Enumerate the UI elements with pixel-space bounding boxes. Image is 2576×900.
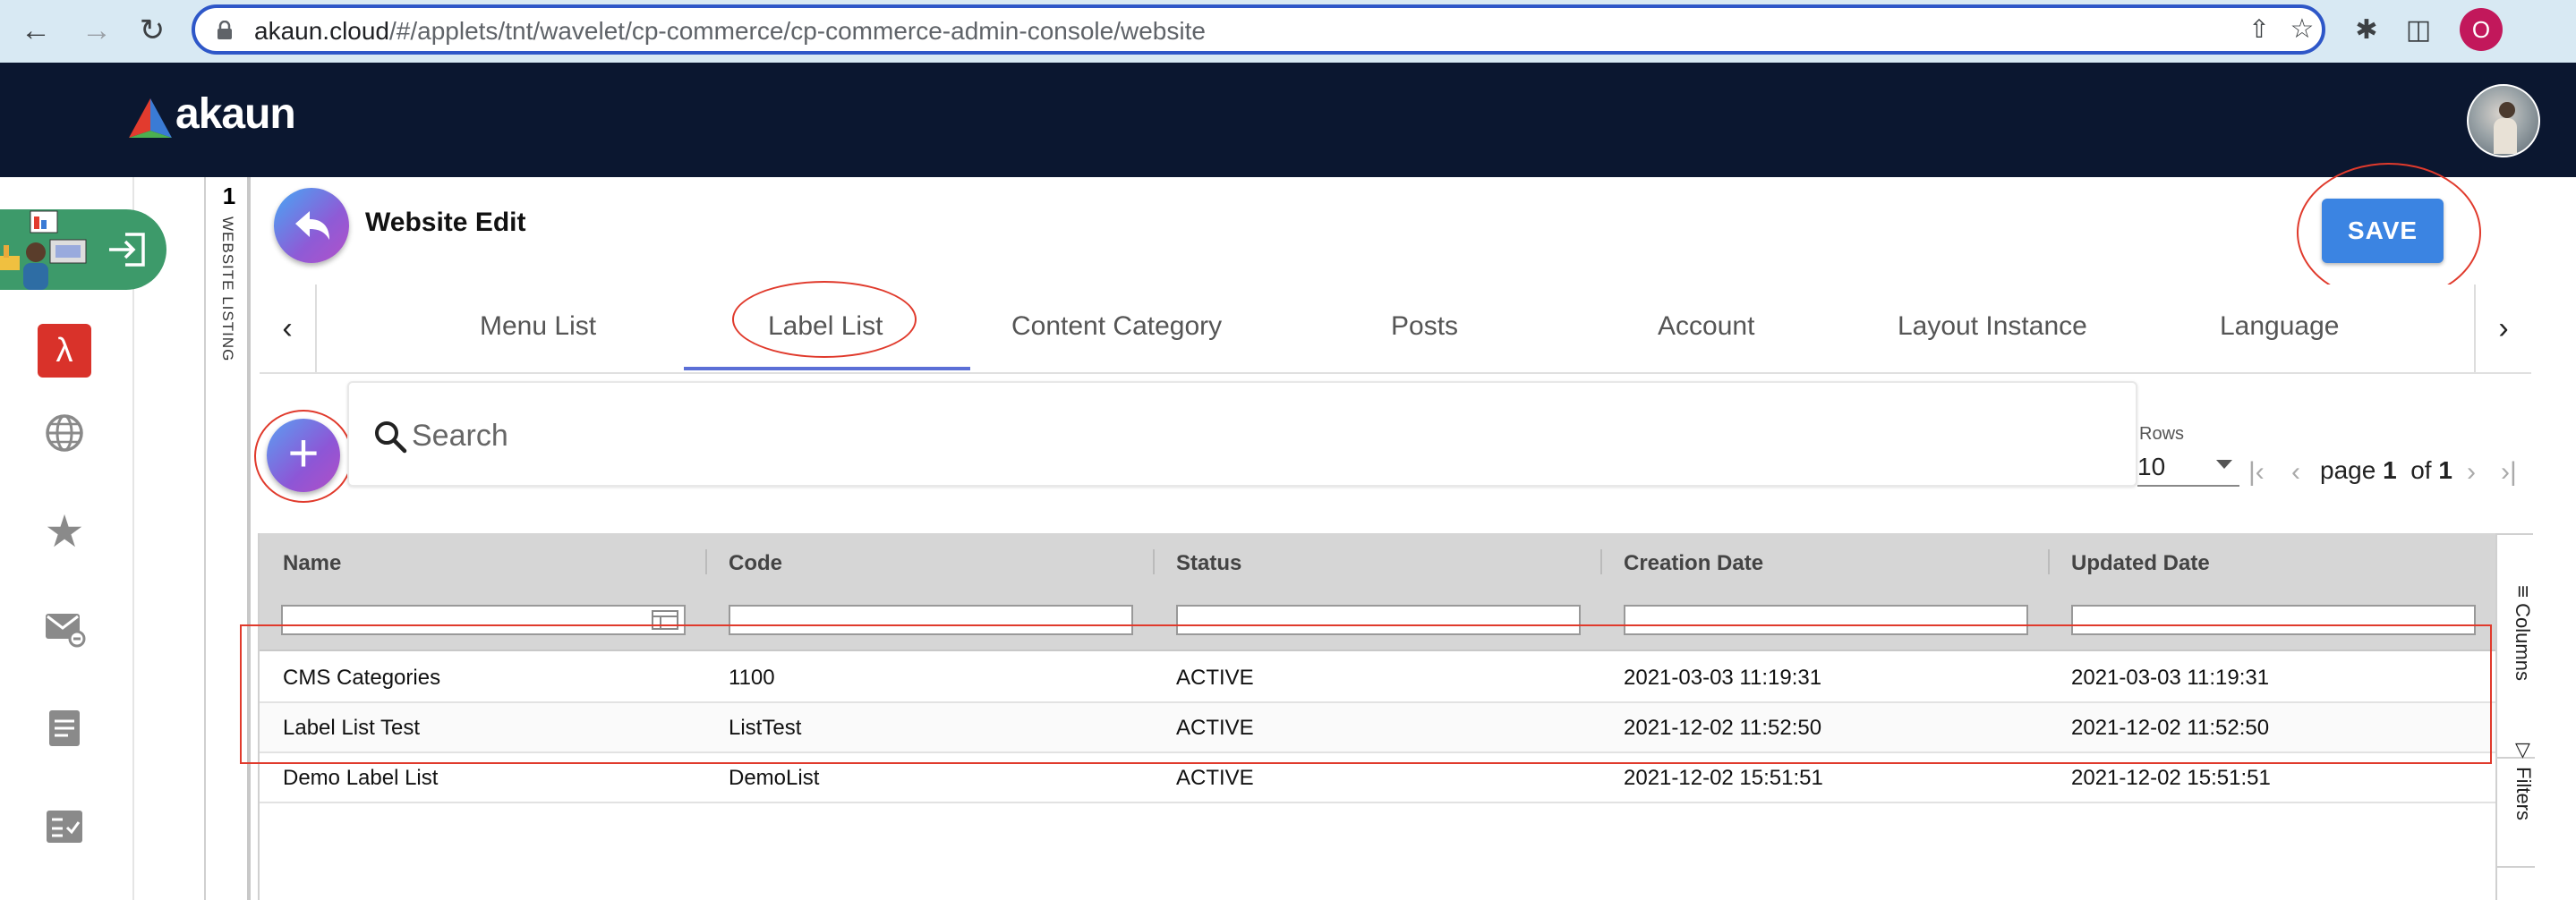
share-icon[interactable]: ⇧: [2241, 12, 2277, 47]
filters-tool-tab[interactable]: ▽ Filters: [2497, 734, 2535, 868]
applet-launcher[interactable]: [0, 209, 166, 290]
forward-nav-icon[interactable]: →: [79, 13, 115, 48]
login-icon: [109, 233, 145, 267]
filter-funnel-icon: ▽: [2512, 739, 2535, 761]
workspace-illustration-icon: [0, 210, 87, 290]
tab-content-category[interactable]: Content Category: [1011, 311, 1222, 342]
page-indicator: page 1 of 1: [2320, 456, 2452, 484]
column-header-status[interactable]: Status: [1176, 551, 1241, 576]
logo-text: akaun: [175, 90, 296, 138]
tab-account[interactable]: Account: [1658, 311, 1754, 342]
column-header-name[interactable]: Name: [283, 551, 341, 576]
rows-label: Rows: [2139, 424, 2185, 444]
side-panel-icon[interactable]: ◫: [2401, 13, 2436, 48]
active-tab-indicator: [684, 367, 970, 370]
tab-menu-list[interactable]: Menu List: [480, 311, 596, 342]
grid-tool-panel: ≡ Columns ▽ Filters: [2495, 533, 2535, 900]
last-page-icon[interactable]: ›|: [2501, 454, 2517, 490]
tab-posts[interactable]: Posts: [1391, 311, 1458, 342]
mail-icon[interactable]: [41, 605, 88, 651]
akaun-logo-icon: [129, 98, 172, 138]
column-header-updated-date[interactable]: Updated Date: [2071, 551, 2210, 576]
back-arrow-icon: [295, 211, 329, 240]
bookmark-star-icon[interactable]: ☆: [2284, 12, 2320, 47]
tab-language[interactable]: Language: [2220, 311, 2339, 342]
tab-bar: ‹ Menu List Label List Content Category …: [260, 284, 2531, 374]
globe-icon[interactable]: [41, 410, 88, 456]
tab-scroll-left-button[interactable]: ‹: [260, 284, 317, 372]
previous-page-icon[interactable]: ‹: [2291, 454, 2300, 490]
user-avatar[interactable]: [2467, 84, 2540, 157]
tab-scroll-right-button[interactable]: ›: [2474, 284, 2531, 372]
column-header-creation-date[interactable]: Creation Date: [1624, 551, 1763, 576]
add-annotation-circle: [254, 410, 353, 503]
address-bar[interactable]: akaun.cloud/#/applets/tnt/wavelet/cp-com…: [192, 4, 2325, 55]
listing-label: WEBSITE LISTING: [219, 217, 236, 362]
first-page-icon[interactable]: |‹: [2248, 454, 2265, 490]
cell-status: ACTIVE: [1176, 766, 1254, 790]
reload-icon[interactable]: ↻: [134, 13, 170, 48]
cell-updated-date: 2021-12-02 15:51:51: [2071, 766, 2271, 790]
cell-code: DemoList: [729, 766, 820, 790]
rows-annotation-rectangle: [240, 624, 2492, 764]
tab-layout-instance[interactable]: Layout Instance: [1898, 311, 2087, 342]
lock-icon: [218, 21, 232, 39]
columns-icon: ≡: [2511, 585, 2535, 599]
columns-tool-tab[interactable]: ≡ Columns: [2497, 580, 2535, 759]
website-listing-strip[interactable]: 1 WEBSITE LISTING: [204, 177, 251, 900]
rows-per-page-select[interactable]: 10: [2137, 447, 2239, 487]
pdf-icon[interactable]: λ: [38, 324, 91, 378]
back-button[interactable]: [274, 188, 349, 263]
url-text: akaun.cloud/#/applets/tnt/wavelet/cp-com…: [254, 17, 1206, 45]
label-list-annotation-circle: [732, 281, 917, 358]
next-page-icon[interactable]: ›: [2467, 454, 2476, 490]
column-header-code[interactable]: Code: [729, 551, 782, 576]
checklist-icon[interactable]: [41, 803, 88, 850]
search-input[interactable]: [412, 413, 2023, 458]
cell-creation-date: 2021-12-02 15:51:51: [1624, 766, 1823, 790]
listing-number: 1: [222, 183, 236, 209]
browser-toolbar: ← → ↻ akaun.cloud/#/applets/tnt/wavelet/…: [0, 0, 2576, 63]
rows-value: 10: [2137, 453, 2166, 480]
browser-profile-avatar[interactable]: O: [2460, 8, 2503, 51]
cell-name: Demo Label List: [283, 766, 439, 790]
extensions-icon[interactable]: ✱: [2349, 13, 2384, 48]
star-icon[interactable]: ★: [41, 508, 88, 555]
search-box: [347, 381, 2137, 487]
document-icon[interactable]: [41, 705, 88, 751]
search-icon: [375, 421, 407, 454]
app-header: akaun: [0, 63, 2576, 177]
page-title: Website Edit: [365, 208, 526, 237]
back-nav-icon[interactable]: ←: [18, 13, 54, 48]
chevron-down-icon: [2216, 460, 2232, 469]
save-annotation-circle: [2297, 163, 2481, 302]
